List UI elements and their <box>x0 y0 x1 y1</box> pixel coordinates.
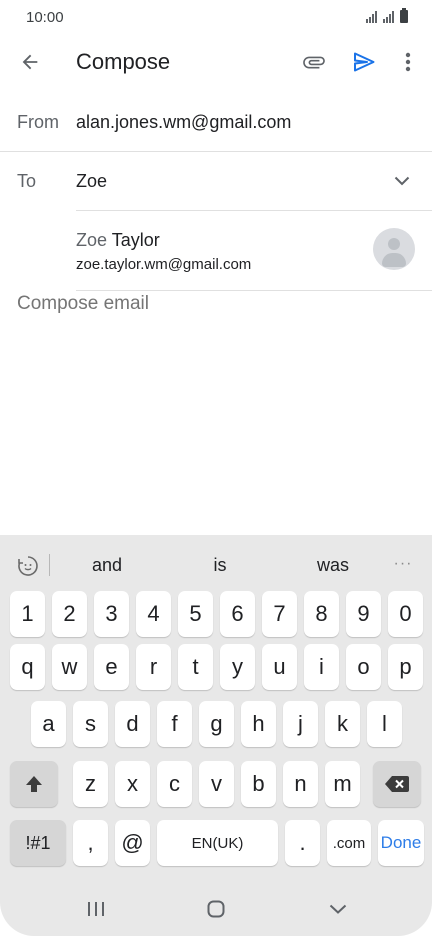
page-title: Compose <box>76 49 171 74</box>
emoji-icon <box>18 556 38 576</box>
key-c[interactable]: c <box>157 761 192 807</box>
space-key[interactable]: EN(UK) <box>157 820 278 866</box>
key-b[interactable]: b <box>241 761 276 807</box>
prediction-word[interactable]: was <box>293 555 373 576</box>
prediction-word[interactable]: and <box>67 555 147 576</box>
status-bar: 10:00 <box>0 0 432 34</box>
home-icon <box>207 900 225 918</box>
keyboard: and is was ··· 1 2 3 4 5 6 7 8 9 0 q w e… <box>0 535 432 936</box>
suggestion-name-match: Zoe <box>76 230 108 250</box>
arrow-back-icon <box>22 54 38 70</box>
person-icon <box>388 238 400 250</box>
from-row: From alan.jones.wm@gmail.com <box>0 90 432 151</box>
recent-apps-button[interactable] <box>76 894 116 924</box>
key-k[interactable]: k <box>325 701 360 747</box>
from-label: From <box>17 112 59 132</box>
prediction-bar: and is was ··· <box>0 535 432 595</box>
key-z[interactable]: z <box>73 761 108 807</box>
from-field[interactable]: alan.jones.wm@gmail.com <box>76 112 291 133</box>
prediction-word[interactable]: is <box>180 555 260 576</box>
key-h[interactable]: h <box>241 701 276 747</box>
key-l[interactable]: l <box>367 701 402 747</box>
key-7[interactable]: 7 <box>262 591 297 637</box>
key-r[interactable]: r <box>136 644 171 690</box>
key-9[interactable]: 9 <box>346 591 381 637</box>
shift-key[interactable] <box>10 761 58 807</box>
key-q[interactable]: q <box>10 644 45 690</box>
compose-body-input[interactable] <box>17 290 417 318</box>
key-v[interactable]: v <box>199 761 234 807</box>
key-6[interactable]: 6 <box>220 591 255 637</box>
key-t[interactable]: t <box>178 644 213 690</box>
key-g[interactable]: g <box>199 701 234 747</box>
key-s[interactable]: s <box>73 701 108 747</box>
to-label: To <box>17 171 37 191</box>
to-field[interactable]: Zoe <box>76 171 107 192</box>
key-5[interactable]: 5 <box>178 591 213 637</box>
back-button[interactable] <box>14 46 46 78</box>
key-u[interactable]: u <box>262 644 297 690</box>
key-8[interactable]: 8 <box>304 591 339 637</box>
chevron-down-icon <box>394 176 410 186</box>
key-w[interactable]: w <box>52 644 87 690</box>
key-m[interactable]: m <box>325 761 360 807</box>
send-button[interactable] <box>348 46 380 78</box>
dotcom-key[interactable]: .com <box>327 820 371 866</box>
signal-icon-2 <box>383 11 394 23</box>
key-2[interactable]: 2 <box>52 591 87 637</box>
recents-icon <box>88 902 104 916</box>
symbols-key[interactable]: !#1 <box>10 820 66 866</box>
expand-recipients-button[interactable] <box>388 167 416 195</box>
app-bar: Compose <box>0 34 432 90</box>
suggestion-name: Zoe Taylor <box>76 230 160 251</box>
attach-button[interactable] <box>298 46 330 78</box>
key-f[interactable]: f <box>157 701 192 747</box>
comma-key[interactable]: , <box>73 820 108 866</box>
suggestion-email: zoe.taylor.wm@gmail.com <box>76 256 252 273</box>
key-j[interactable]: j <box>283 701 318 747</box>
period-key[interactable]: . <box>285 820 320 866</box>
key-y[interactable]: y <box>220 644 255 690</box>
more-predictions-icon[interactable]: ··· <box>392 553 414 575</box>
contact-suggestion[interactable]: Zoe Taylor zoe.taylor.wm@gmail.com <box>0 212 432 290</box>
status-icons <box>366 8 408 23</box>
avatar <box>373 228 415 270</box>
suggestion-name-rest: Taylor <box>107 230 160 250</box>
at-key[interactable]: @ <box>115 820 150 866</box>
key-a[interactable]: a <box>31 701 66 747</box>
key-o[interactable]: o <box>346 644 381 690</box>
to-row: To Zoe <box>0 152 432 210</box>
home-button[interactable] <box>196 894 236 924</box>
backspace-key[interactable] <box>373 761 421 807</box>
system-nav-bar <box>0 880 432 936</box>
battery-icon <box>400 8 408 23</box>
divider <box>76 210 432 211</box>
key-d[interactable]: d <box>115 701 150 747</box>
emoji-toggle-button[interactable] <box>14 552 42 580</box>
signal-icon <box>366 11 377 23</box>
key-x[interactable]: x <box>115 761 150 807</box>
chevron-down-icon <box>329 904 347 914</box>
shift-icon <box>26 776 42 792</box>
divider <box>49 554 50 576</box>
done-key[interactable]: Done <box>378 820 424 866</box>
backspace-icon <box>385 776 409 792</box>
more-options-button[interactable] <box>394 46 422 78</box>
key-0[interactable]: 0 <box>388 591 423 637</box>
back-nav-button[interactable] <box>318 894 358 924</box>
send-icon <box>354 52 375 72</box>
key-1[interactable]: 1 <box>10 591 45 637</box>
key-3[interactable]: 3 <box>94 591 129 637</box>
paperclip-icon <box>303 56 325 69</box>
key-p[interactable]: p <box>388 644 423 690</box>
key-4[interactable]: 4 <box>136 591 171 637</box>
more-vert-icon <box>405 52 411 72</box>
key-e[interactable]: e <box>94 644 129 690</box>
status-time: 10:00 <box>26 9 64 26</box>
key-n[interactable]: n <box>283 761 318 807</box>
key-i[interactable]: i <box>304 644 339 690</box>
